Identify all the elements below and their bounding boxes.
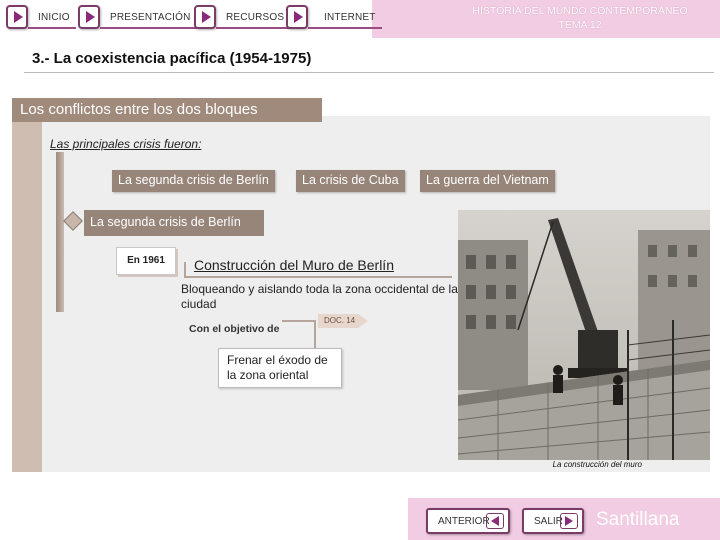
photo-caption: La construcción del muro — [552, 460, 642, 469]
year-box: En 1961 — [116, 247, 176, 275]
course-topic: TEMA 12 — [558, 19, 602, 31]
page-title: 3.- La coexistencia pacífica (1954-1975) — [32, 50, 312, 67]
nav-underline — [100, 27, 197, 29]
side-accent-bar — [12, 122, 42, 472]
previous-label: ANTERIOR — [438, 515, 490, 527]
course-header: HISTORIA DEL MUNDO CONTEMPORÁNEO TEMA 12 — [440, 4, 720, 32]
arrow-left-icon — [486, 513, 504, 529]
publisher-logo: Santillana — [596, 509, 680, 530]
nav-presentacion-button[interactable]: PRESENTACIÓN — [78, 3, 197, 31]
crisis-cuba-button[interactable]: La crisis de Cuba — [296, 170, 405, 192]
nav-recursos-button[interactable]: RECURSOS — [194, 3, 291, 31]
course-title: HISTORIA DEL MUNDO CONTEMPORÁNEO — [472, 5, 688, 17]
play-icon — [78, 5, 100, 29]
purpose-label: Con el objetivo de — [189, 323, 280, 335]
crisis-berlin-button[interactable]: La segunda crisis de Berlín — [112, 170, 275, 192]
nav-recursos-label: RECURSOS — [226, 11, 285, 23]
berlin-crisis-heading: La segunda crisis de Berlín — [84, 210, 264, 236]
nav-internet-label: INTERNET — [324, 11, 376, 23]
play-icon — [6, 5, 28, 29]
timeline-bar — [56, 152, 64, 312]
crisis-intro-text: Las principales crisis fueron: — [50, 137, 202, 151]
nav-presentacion-label: PRESENTACIÓN — [110, 11, 191, 23]
nav-underline — [216, 27, 291, 29]
play-icon — [194, 5, 216, 29]
connector-elbow — [282, 320, 316, 350]
wall-construction-image — [458, 210, 710, 460]
nav-inicio-button[interactable]: INICIO — [6, 3, 76, 31]
exit-label: SALIR — [534, 515, 563, 527]
nav-inicio-label: INICIO — [38, 11, 70, 23]
berlin-wall-photo — [458, 210, 710, 460]
crisis-vietnam-button[interactable]: La guerra del Vietnam — [420, 170, 555, 192]
previous-button[interactable]: ANTERIOR — [426, 508, 510, 534]
title-divider — [24, 72, 714, 73]
purpose-box: Frenar el éxodo de la zona oriental — [218, 348, 342, 388]
nav-internet-button[interactable]: INTERNET — [286, 3, 382, 31]
arrow-right-icon — [560, 513, 578, 529]
document-link[interactable]: DOC. 14 — [318, 314, 368, 328]
section-subtitle: Los conflictos entre los dos bloques — [12, 98, 322, 122]
exit-button[interactable]: SALIR — [522, 508, 584, 534]
nav-underline — [28, 27, 76, 29]
event-underline — [184, 276, 452, 278]
nav-underline — [308, 27, 382, 29]
event-title: Construcción del Muro de Berlín — [194, 257, 394, 273]
play-icon — [286, 5, 308, 29]
event-detail: Bloqueando y aislando toda la zona occid… — [181, 282, 458, 311]
